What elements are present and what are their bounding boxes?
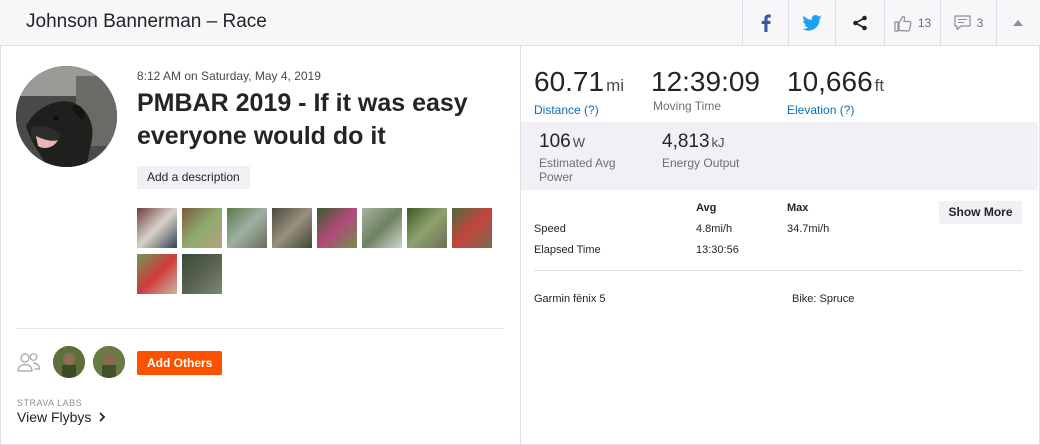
bike-name[interactable]: Bike: Spruce	[792, 293, 854, 305]
moving-time-label: Moving Time	[653, 99, 722, 113]
distance-value: 60.71	[534, 66, 605, 97]
device-name: Garmin fēnix 5	[534, 293, 606, 305]
view-flybys-label: View Flybys	[17, 409, 92, 425]
speed-max: 34.7mi/h	[787, 223, 830, 235]
elevation-label[interactable]: Elevation (?)	[787, 103, 884, 117]
power-unit: W	[572, 135, 585, 150]
photo-thumbnail[interactable]	[317, 208, 357, 248]
photo-thumbnail[interactable]	[227, 208, 267, 248]
page-title: Johnson Bannerman – Race	[26, 11, 267, 32]
group-athlete-avatar[interactable]	[93, 346, 125, 378]
dog-avatar-image	[16, 66, 117, 167]
stat-distance: 60.71 mi Distance (?)	[534, 66, 625, 118]
photo-thumbnail[interactable]	[407, 208, 447, 248]
chevron-right-icon	[99, 412, 106, 422]
photo-thumbnail[interactable]	[452, 208, 492, 248]
speed-avg: 4.8mi/h	[696, 223, 733, 235]
view-flybys-link[interactable]: View Flybys	[17, 409, 106, 425]
power-value: 106	[539, 131, 571, 152]
stat-elevation: 10,666 ft Elevation (?)	[787, 66, 885, 118]
photo-thumbnail[interactable]	[137, 208, 177, 248]
add-others-button[interactable]: Add Others	[137, 351, 223, 375]
photo-thumbnail[interactable]	[182, 254, 222, 294]
row-label-speed: Speed	[534, 223, 566, 235]
share-button[interactable]	[835, 0, 884, 46]
column-header-avg: Avg	[696, 202, 717, 214]
thumbs-up-icon	[894, 15, 912, 32]
add-description-button[interactable]: Add a description	[137, 166, 250, 189]
kudos-count: 13	[917, 16, 932, 30]
panel-divider	[520, 46, 521, 445]
show-more-button[interactable]: Show More	[939, 201, 1022, 224]
moving-time-value: 12:39:09	[651, 66, 760, 97]
elapsed-time-avg: 13:30:56	[696, 244, 739, 256]
comments-count: 3	[976, 16, 984, 30]
kudos-button[interactable]: 13	[884, 0, 940, 46]
athlete-avatar[interactable]	[16, 66, 117, 167]
elevation-unit: ft	[874, 76, 885, 95]
group-icon	[17, 352, 41, 377]
photo-thumbnail[interactable]	[272, 208, 312, 248]
activity-title: PMBAR 2019 - If it was easy everyone wou…	[137, 89, 468, 150]
power-label: Estimated Avg Power	[539, 156, 616, 184]
stat-moving-time: 12:39:09 Moving Time	[651, 66, 760, 114]
elevation-value: 10,666	[787, 66, 873, 97]
row-label-elapsed-time: Elapsed Time	[534, 244, 601, 256]
distance-label[interactable]: Distance (?)	[534, 103, 624, 117]
photo-thumbnail[interactable]	[362, 208, 402, 248]
collapse-button[interactable]	[996, 0, 1039, 46]
facebook-share-button[interactable]	[742, 0, 788, 46]
caret-up-icon	[1013, 20, 1023, 26]
share-icon	[853, 15, 867, 31]
strava-labs-label: STRAVA LABS	[17, 398, 83, 408]
comment-icon	[954, 15, 971, 31]
divider	[534, 270, 1022, 271]
divider	[16, 328, 504, 329]
stat-energy: 4,813 kJ Energy Output	[662, 131, 762, 170]
stat-power: 106 W Estimated Avg Power	[539, 131, 639, 184]
photo-thumbnail[interactable]	[182, 208, 222, 248]
photo-thumbnail[interactable]	[137, 254, 177, 294]
distance-unit: mi	[606, 76, 625, 95]
comments-button[interactable]: 3	[940, 0, 996, 46]
energy-label: Energy Output	[662, 156, 740, 170]
activity-header: Johnson Bannerman – Race 13 3	[0, 0, 1040, 46]
activity-summary: 8:12 AM on Saturday, May 4, 2019 PMBAR 2…	[0, 46, 520, 445]
column-header-max: Max	[787, 202, 809, 214]
energy-value: 4,813	[662, 131, 710, 152]
group-athlete-avatar[interactable]	[53, 346, 85, 378]
twitter-icon	[802, 15, 822, 31]
twitter-share-button[interactable]	[788, 0, 835, 46]
facebook-icon	[761, 14, 771, 32]
activity-date: 8:12 AM on Saturday, May 4, 2019	[137, 69, 321, 83]
energy-unit: kJ	[711, 135, 725, 150]
